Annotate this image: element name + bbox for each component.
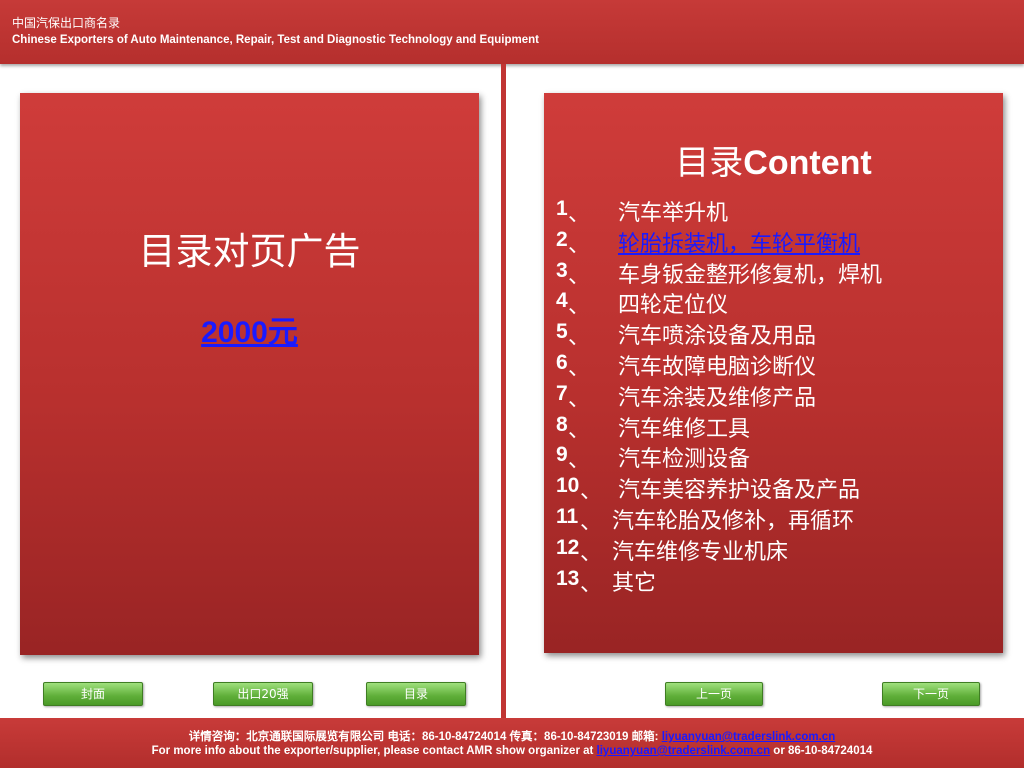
- contents-button[interactable]: 目录: [366, 682, 466, 706]
- contents-item-number: 9: [556, 443, 568, 467]
- footer-contact-cn: 详情咨询：北京通联国际展览有限公司 电话：86-10-84724014 传真：8…: [0, 728, 1024, 744]
- contents-item-number: 6: [556, 350, 568, 374]
- contents-item-separator: 、: [568, 448, 591, 474]
- contents-item: 9、 汽车检测设备: [556, 441, 996, 474]
- contents-item-label: 汽车涂装及维修产品: [618, 385, 817, 411]
- contents-item-separator: 、: [568, 386, 591, 412]
- contents-item-label: 汽车维修专业机床: [612, 539, 789, 565]
- contents-item-separator: 、: [580, 540, 603, 566]
- contents-item-separator: 、: [568, 355, 591, 381]
- header-bar: 中国汽保出口商名录 Chinese Exporters of Auto Main…: [0, 0, 1024, 64]
- contents-item-separator: 、: [568, 263, 591, 289]
- contents-item-separator: 、: [568, 325, 591, 351]
- footer-contact-en-post: or 86-10-84724014: [770, 745, 873, 757]
- footer-contact-text: 详情咨询：北京通联国际展览有限公司 电话：86-10-84724014 传真：8…: [188, 731, 662, 743]
- contents-item-label: 车身钣金整形修复机，焊机: [618, 262, 883, 288]
- contents-item-link[interactable]: 轮胎拆装机，车轮平衡机: [618, 226, 860, 258]
- contents-item-number: 10: [556, 474, 580, 498]
- contents-item: 12 、汽车维修专业机床: [556, 534, 996, 566]
- contents-item: 13 、其它: [556, 565, 996, 597]
- contents-item-number: 13: [556, 566, 580, 590]
- footer-contact-en-pre: For more info about the exporter/supplie…: [151, 745, 597, 757]
- contents-item-label: 汽车美容养护设备及产品: [618, 478, 861, 504]
- contents-item: 8、 汽车维修工具: [556, 411, 996, 443]
- contents-item-number: 4: [556, 289, 568, 313]
- contents-item-number: 2: [556, 227, 568, 251]
- contents-list: 1、汽车举升机 2、轮胎拆装机，车轮平衡机 3、车身钣金整形修复机，焊机 4、四轮定位…: [556, 195, 996, 597]
- contents-item: 10、汽车美容养护设备及产品: [556, 472, 996, 505]
- contents-item-label: 汽车维修工具: [618, 416, 751, 442]
- contents-item-number: 12: [556, 535, 580, 559]
- contents-item-separator: 、: [580, 509, 603, 535]
- contents-item-label: 汽车故障电脑诊断仪: [618, 354, 817, 380]
- header-title-cn: 中国汽保出口商名录: [12, 16, 121, 30]
- footer-contact-en: For more info about the exporter/supplie…: [0, 745, 1024, 757]
- top20-button[interactable]: 出口20强: [213, 682, 313, 706]
- prev-page-button[interactable]: 上一页: [665, 682, 763, 706]
- contents-item-number: 1: [556, 197, 568, 220]
- contents-item: 11 、汽车轮胎及修补，再循环: [556, 503, 996, 535]
- footer-bar: 详情咨询：北京通联国际展览有限公司 电话：86-10-84724014 传真：8…: [0, 718, 1024, 768]
- footer-email-link-2[interactable]: liyuanyuan@traderslink.com.cn: [597, 745, 771, 757]
- cover-button[interactable]: 封面: [43, 682, 143, 706]
- header-title-en: Chinese Exporters of Auto Maintenance, R…: [12, 34, 539, 46]
- contents-item-label: 汽车检测设备: [618, 447, 751, 473]
- contents-item-separator: 、: [580, 479, 603, 505]
- contents-item-number: 5: [556, 320, 568, 344]
- contents-item[interactable]: 2、 轮胎拆装机，车轮平衡机: [556, 226, 996, 258]
- ad-panel: 目录对页广告 2000元: [20, 93, 479, 655]
- contents-item-label: 其它: [612, 570, 657, 596]
- contents-item: 6、 汽车故障电脑诊断仪: [556, 349, 996, 381]
- contents-item-separator: 、: [568, 294, 591, 320]
- contents-item-separator: 、: [580, 571, 603, 597]
- contents-title-en: Content: [743, 144, 872, 182]
- contents-item: 5、 汽车喷涂设备及用品: [556, 318, 996, 351]
- contents-panel: 目录Content 1、汽车举升机 2、轮胎拆装机，车轮平衡机 3、车身钣金整形修复…: [544, 93, 1003, 653]
- page-divider: [501, 64, 506, 718]
- ad-price-link[interactable]: 2000元: [20, 307, 479, 351]
- contents-item: 1、 汽车举升机: [556, 195, 996, 227]
- contents-item-label: 汽车轮胎及修补，再循环: [612, 508, 855, 534]
- next-page-button[interactable]: 下一页: [882, 682, 980, 706]
- contents-item-number: 11: [556, 504, 579, 528]
- contents-item-label: 汽车举升机: [618, 201, 729, 226]
- contents-item-number: 7: [556, 381, 568, 405]
- contents-item-separator: 、: [568, 417, 591, 443]
- contents-item-separator: 、: [568, 232, 591, 258]
- contents-item: 3、 车身钣金整形修复机，焊机: [556, 257, 996, 289]
- contents-title-cn: 目录: [675, 143, 744, 183]
- contents-title: 目录Content: [544, 135, 1003, 184]
- contents-item-separator: 、: [568, 202, 591, 227]
- ad-title: 目录对页广告: [138, 230, 361, 273]
- contents-item-number: 8: [556, 412, 568, 436]
- contents-item: 4、 四轮定位仪: [556, 287, 996, 320]
- contents-item-label: 汽车喷涂设备及用品: [618, 324, 817, 350]
- contents-item: 7、 汽车涂装及维修产品: [556, 380, 996, 412]
- contents-item-number: 3: [556, 258, 568, 282]
- footer-email-link[interactable]: liyuanyuan@traderslink.com.cn: [662, 731, 836, 743]
- contents-item-label: 四轮定位仪: [618, 293, 729, 319]
